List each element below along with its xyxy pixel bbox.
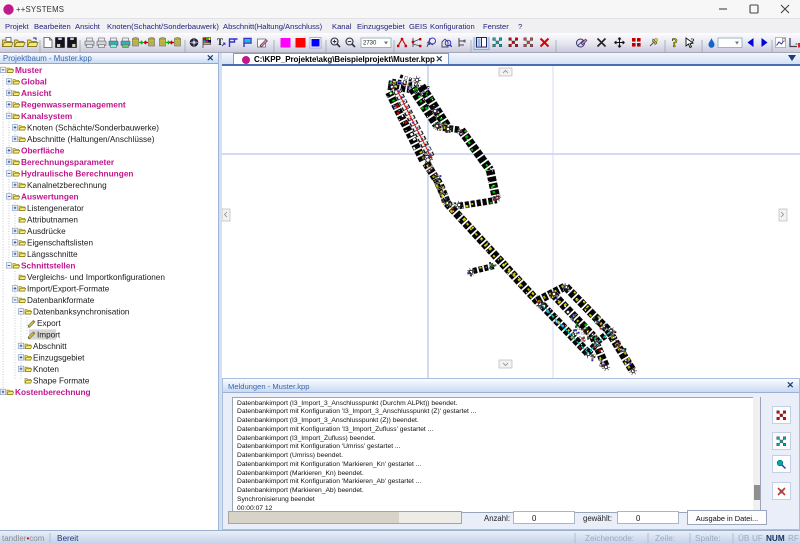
svg-text:Attributnamen: Attributnamen xyxy=(27,216,78,225)
svg-text:Vergleichs- und Importkonfigur: Vergleichs- und Importkonfigurationen xyxy=(27,273,165,282)
svg-text:Global: Global xyxy=(21,77,47,87)
svg-text:Knoten (Schächte/Sonderbauwerk: Knoten (Schächte/Sonderbauwerke) xyxy=(27,124,159,133)
svg-text:Längsschnitte: Längsschnitte xyxy=(27,250,78,259)
svg-text:Auswertungen: Auswertungen xyxy=(21,192,79,202)
svg-text:Abschnitt: Abschnitt xyxy=(33,342,67,351)
svg-text:Kanalsystem: Kanalsystem xyxy=(21,111,72,121)
svg-text:Listengenerator: Listengenerator xyxy=(27,204,84,213)
svg-text:Schnittstellen: Schnittstellen xyxy=(21,261,75,271)
svg-text:2730: 2730 xyxy=(363,41,377,47)
svg-text:Abschnitte (Haltungen/Anschlüs: Abschnitte (Haltungen/Anschlüsse) xyxy=(27,135,155,144)
svg-text:Shape Formate: Shape Formate xyxy=(33,377,90,386)
svg-text:?: ? xyxy=(672,37,678,50)
svg-text:Import: Import xyxy=(37,331,61,340)
svg-text:Hydraulische Berechnungen: Hydraulische Berechnungen xyxy=(21,169,134,179)
svg-text:Einzugsgebiet: Einzugsgebiet xyxy=(33,354,85,363)
svg-text:Export: Export xyxy=(37,319,61,328)
svg-text:Ausdrücke: Ausdrücke xyxy=(27,227,66,236)
svg-text:Import/Export-Formate: Import/Export-Formate xyxy=(27,285,110,294)
svg-text:Eigenschaftslisten: Eigenschaftslisten xyxy=(27,239,93,248)
svg-text:Kostenberechnung: Kostenberechnung xyxy=(15,387,91,397)
svg-text:Ansicht: Ansicht xyxy=(21,88,52,98)
svg-text:Datenbanksynchronisation: Datenbanksynchronisation xyxy=(33,308,130,317)
svg-text:Knoten: Knoten xyxy=(33,365,59,374)
svg-text:Oberfläche: Oberfläche xyxy=(21,146,65,156)
svg-text:Berechnungsparameter: Berechnungsparameter xyxy=(21,157,115,167)
svg-text:Kanalnetzberechnung: Kanalnetzberechnung xyxy=(27,181,107,190)
svg-text:Muster: Muster xyxy=(15,65,43,75)
svg-text:Regenwassermanagement: Regenwassermanagement xyxy=(21,100,126,110)
svg-text:Datenbankformate: Datenbankformate xyxy=(27,296,95,305)
svg-text:?: ? xyxy=(691,37,695,46)
